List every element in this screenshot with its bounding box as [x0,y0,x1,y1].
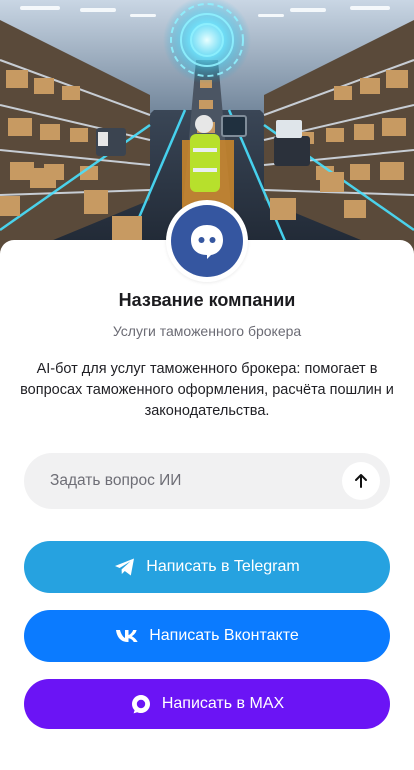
company-name: Название компании [118,290,296,310]
write-vk-button[interactable]: Написать Вконтакте [24,610,390,662]
company-avatar [166,200,248,282]
vk-icon [115,629,139,643]
company-subtitle: Услуги таможенного брокера [112,323,302,339]
ask-ai-input[interactable] [48,460,342,502]
telegram-icon [114,557,136,577]
arrow-up-icon [355,474,367,488]
write-max-label: Написать в MAX [161,695,285,712]
max-icon [130,693,152,715]
write-vk-label: Написать Вконтакте [149,627,299,644]
write-telegram-label: Написать в Telegram [146,558,300,575]
write-telegram-button[interactable]: Написать в Telegram [24,541,390,593]
chat-bot-icon [191,225,223,259]
write-max-button[interactable]: Написать в MAX [24,679,390,729]
send-question-button[interactable] [342,462,380,500]
company-description: AI-бот для услуг таможенного брокера: по… [20,361,394,419]
ask-ai-box [24,453,390,509]
page: Название компании Услуги таможенного бро… [0,0,414,770]
avatar-background [171,205,243,277]
